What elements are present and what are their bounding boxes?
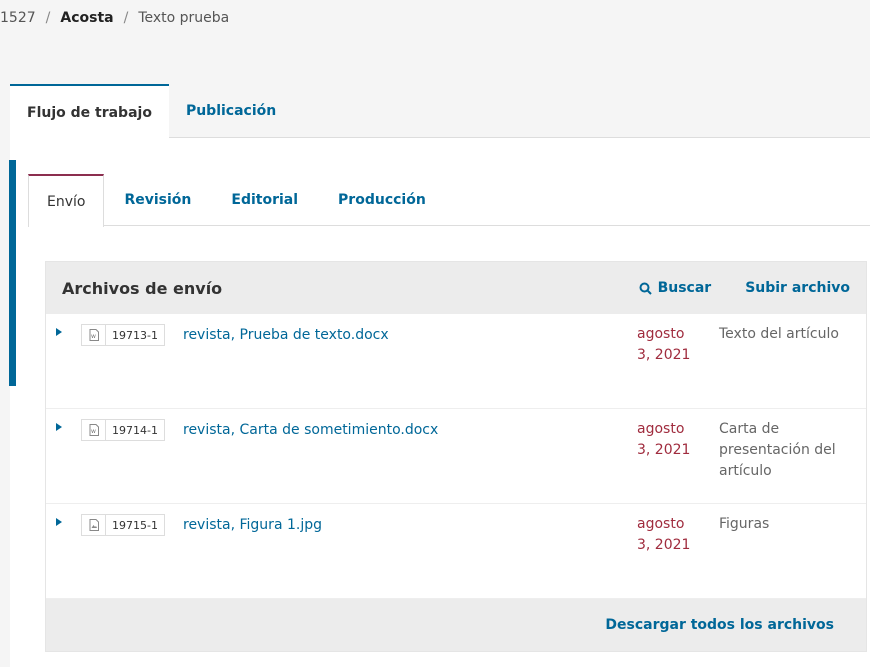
main-tabs: Flujo de trabajo Publicación <box>10 84 870 139</box>
left-accent-bar <box>9 160 16 386</box>
submission-files-grid: Archivos de envío Buscar Subir archivo w… <box>45 261 867 652</box>
svg-text:w: w <box>91 428 96 435</box>
file-id: 19713-1 <box>112 328 158 342</box>
file-date: agosto 3, 2021 <box>637 326 691 363</box>
tab-submission[interactable]: Envío <box>28 174 105 227</box>
file-date: agosto 3, 2021 <box>637 516 691 553</box>
search-icon <box>639 282 652 295</box>
file-type: Figuras <box>719 516 770 532</box>
file-row: w 19713-1 revista, Prueba de texto.docx … <box>46 314 866 409</box>
upload-file-button[interactable]: Subir archivo <box>745 280 850 296</box>
grid-footer: Descargar todos los archivos <box>46 599 866 651</box>
file-name-link[interactable]: revista, Carta de sometimiento.docx <box>183 422 438 438</box>
breadcrumb-separator: / <box>45 10 51 26</box>
breadcrumb-title: Texto prueba <box>138 10 230 26</box>
file-id: 19714-1 <box>112 423 158 437</box>
expand-row-icon[interactable] <box>56 518 62 526</box>
file-date: agosto 3, 2021 <box>637 421 691 458</box>
search-button-label: Buscar <box>657 280 712 296</box>
image-file-icon <box>82 515 106 535</box>
svg-text:w: w <box>91 333 96 340</box>
search-button[interactable]: Buscar <box>639 280 712 296</box>
file-type: Texto del artículo <box>719 326 839 342</box>
grid-title: Archivos de envío <box>62 278 223 298</box>
breadcrumb-submission-id: 1527 <box>0 10 36 26</box>
grid-header: Archivos de envío Buscar Subir archivo <box>46 262 866 314</box>
file-badge: w 19713-1 <box>81 324 165 346</box>
breadcrumb: 1527 / Acosta / Texto prueba <box>0 10 229 26</box>
tab-production[interactable]: Producción <box>318 174 446 226</box>
download-all-files-link[interactable]: Descargar todos los archivos <box>605 617 834 633</box>
expand-row-icon[interactable] <box>56 328 62 336</box>
breadcrumb-author: Acosta <box>60 10 114 26</box>
file-name-link[interactable]: revista, Figura 1.jpg <box>183 517 322 533</box>
file-row: w 19714-1 revista, Carta de sometimiento… <box>46 409 866 504</box>
tab-editorial[interactable]: Editorial <box>211 174 318 226</box>
file-type: Carta de presentación del artículo <box>719 421 836 479</box>
file-id: 19715-1 <box>112 518 158 532</box>
tab-workflow[interactable]: Flujo de trabajo <box>10 84 169 139</box>
word-doc-icon: w <box>82 325 106 345</box>
file-row: 19715-1 revista, Figura 1.jpg agosto 3, … <box>46 504 866 599</box>
tab-review[interactable]: Revisión <box>104 174 211 226</box>
tab-publication[interactable]: Publicación <box>169 84 293 138</box>
stage-tabs: Envío Revisión Editorial Producción <box>28 174 870 227</box>
word-doc-icon: w <box>82 420 106 440</box>
file-name-link[interactable]: revista, Prueba de texto.docx <box>183 327 389 343</box>
file-badge: w 19714-1 <box>81 419 165 441</box>
breadcrumb-separator: / <box>123 10 129 26</box>
file-badge: 19715-1 <box>81 514 165 536</box>
expand-row-icon[interactable] <box>56 423 62 431</box>
